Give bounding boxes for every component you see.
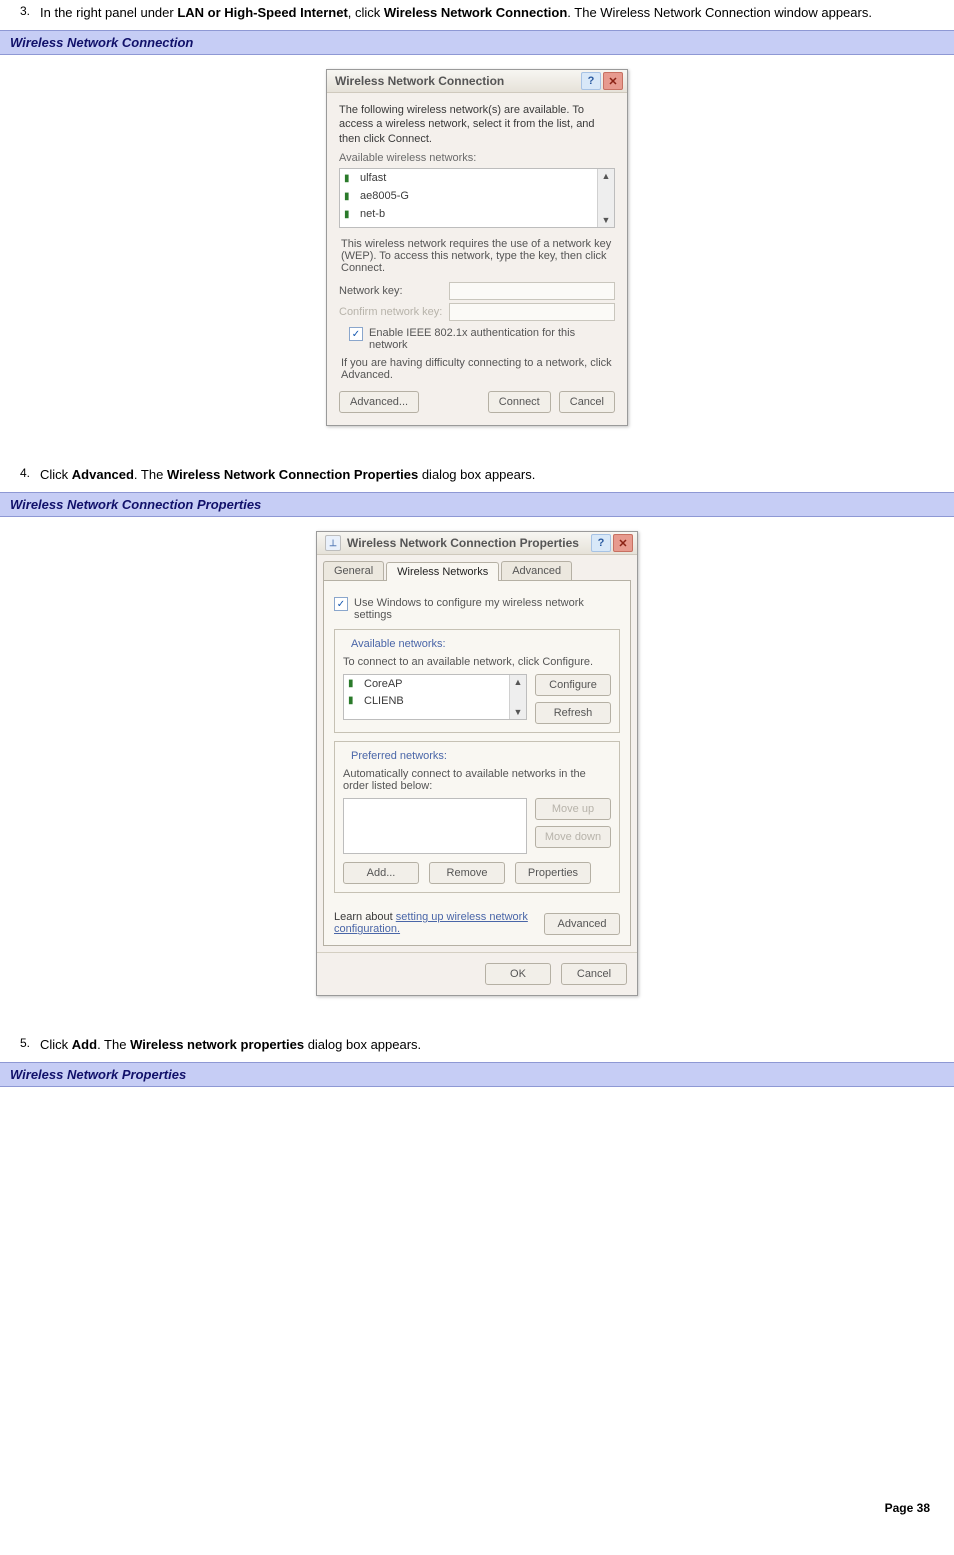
preferred-networks-legend: Preferred networks:: [347, 750, 451, 762]
list-item[interactable]: ▮CoreAP: [344, 675, 526, 692]
learn-text: Learn about setting up wireless network …: [334, 911, 544, 935]
network-key-input[interactable]: [449, 282, 615, 300]
window-icon: ⊥: [325, 535, 341, 551]
list-item[interactable]: ▮ulfast: [340, 169, 614, 187]
dialog-wncp: ⊥ Wireless Network Connection Properties…: [316, 531, 638, 996]
confirm-key-input[interactable]: [449, 303, 615, 321]
step-3-text: In the right panel under LAN or High-Spe…: [40, 4, 934, 22]
banner-wncp: Wireless Network Connection Properties: [0, 492, 954, 517]
ieee-checkbox[interactable]: ✓: [349, 327, 363, 341]
step-3-num: 3.: [20, 4, 40, 22]
available-networks-fieldset: Available networks: To connect to an ava…: [334, 629, 620, 733]
page-number: Page 38: [0, 1481, 954, 1525]
cancel-button[interactable]: Cancel: [559, 391, 615, 413]
list-item[interactable]: ▮ae8005-G: [340, 187, 614, 205]
connect-button[interactable]: Connect: [488, 391, 551, 413]
dialog-wnc: Wireless Network Connection ? ✕ The foll…: [326, 69, 628, 426]
chevron-up-icon[interactable]: ▲: [510, 675, 526, 689]
configure-button[interactable]: Configure: [535, 674, 611, 696]
scrollbar[interactable]: ▲ ▼: [509, 675, 526, 719]
signal-icon: ▮: [348, 678, 360, 689]
available-networks-list2[interactable]: ▮CoreAP ▮CLIENB ▲ ▼: [343, 674, 527, 720]
signal-icon: ▮: [344, 191, 356, 202]
step-4-num: 4.: [20, 466, 40, 484]
step-4: 4. Click Advanced. The Wireless Network …: [0, 466, 954, 484]
tab-general[interactable]: General: [323, 561, 384, 580]
ieee-label: Enable IEEE 802.1x authentication for th…: [369, 327, 613, 351]
available-networks-label: Available wireless networks:: [339, 152, 615, 164]
move-down-button[interactable]: Move down: [535, 826, 611, 848]
step-4-text: Click Advanced. The Wireless Network Con…: [40, 466, 934, 484]
advanced-button2[interactable]: Advanced: [544, 913, 620, 935]
wep-note: This wireless network requires the use o…: [341, 238, 613, 274]
tab-advanced[interactable]: Advanced: [501, 561, 572, 580]
dialog-wnc-title: Wireless Network Connection: [335, 74, 504, 88]
available-networks-text: To connect to an available network, clic…: [343, 656, 611, 668]
list-item[interactable]: ▮CLIENB: [344, 692, 526, 709]
scrollbar[interactable]: ▲ ▼: [597, 169, 614, 227]
ok-button[interactable]: OK: [485, 963, 551, 985]
cancel-button[interactable]: Cancel: [561, 963, 627, 985]
help-icon[interactable]: ?: [581, 72, 601, 90]
use-windows-checkbox[interactable]: ✓: [334, 597, 348, 611]
dialog-wnc-intro: The following wireless network(s) are av…: [339, 103, 615, 146]
chevron-up-icon[interactable]: ▲: [598, 169, 614, 183]
chevron-down-icon[interactable]: ▼: [510, 705, 526, 719]
signal-icon: ▮: [344, 173, 356, 184]
close-icon[interactable]: ✕: [613, 534, 633, 552]
banner-wnp: Wireless Network Properties: [0, 1062, 954, 1087]
chevron-down-icon[interactable]: ▼: [598, 213, 614, 227]
dialog-wnc-titlebar: Wireless Network Connection ? ✕: [327, 70, 627, 93]
step-5-text: Click Add. The Wireless network properti…: [40, 1036, 934, 1054]
preferred-networks-text: Automatically connect to available netwo…: [343, 768, 611, 792]
confirm-key-label: Confirm network key:: [339, 306, 449, 318]
step-3: 3. In the right panel under LAN or High-…: [0, 4, 954, 22]
signal-icon: ▮: [344, 209, 356, 220]
advanced-hint: If you are having difficulty connecting …: [341, 357, 613, 381]
dialog-wncp-titlebar: ⊥ Wireless Network Connection Properties…: [317, 532, 637, 555]
available-networks-list[interactable]: ▮ulfast ▮ae8005-G ▮net-b ▲ ▼: [339, 168, 615, 228]
banner-wnc: Wireless Network Connection: [0, 30, 954, 55]
network-key-label: Network key:: [339, 285, 449, 297]
tab-pane-wireless: ✓ Use Windows to configure my wireless n…: [323, 580, 631, 946]
help-icon[interactable]: ?: [591, 534, 611, 552]
close-icon[interactable]: ✕: [603, 72, 623, 90]
list-item[interactable]: ▮net-b: [340, 205, 614, 223]
step-5-num: 5.: [20, 1036, 40, 1054]
properties-button[interactable]: Properties: [515, 862, 591, 884]
dialog-wncp-title: Wireless Network Connection Properties: [347, 536, 579, 550]
tab-wireless[interactable]: Wireless Networks: [386, 562, 499, 581]
add-button[interactable]: Add...: [343, 862, 419, 884]
tabs: General Wireless Networks Advanced: [317, 555, 637, 580]
signal-icon: ▮: [348, 695, 360, 706]
remove-button[interactable]: Remove: [429, 862, 505, 884]
preferred-networks-list[interactable]: [343, 798, 527, 854]
preferred-networks-fieldset: Preferred networks: Automatically connec…: [334, 741, 620, 893]
refresh-button[interactable]: Refresh: [535, 702, 611, 724]
advanced-button[interactable]: Advanced...: [339, 391, 419, 413]
available-networks-legend: Available networks:: [347, 638, 450, 650]
use-windows-label: Use Windows to configure my wireless net…: [354, 597, 618, 621]
move-up-button[interactable]: Move up: [535, 798, 611, 820]
step-5: 5. Click Add. The Wireless network prope…: [0, 1036, 954, 1054]
